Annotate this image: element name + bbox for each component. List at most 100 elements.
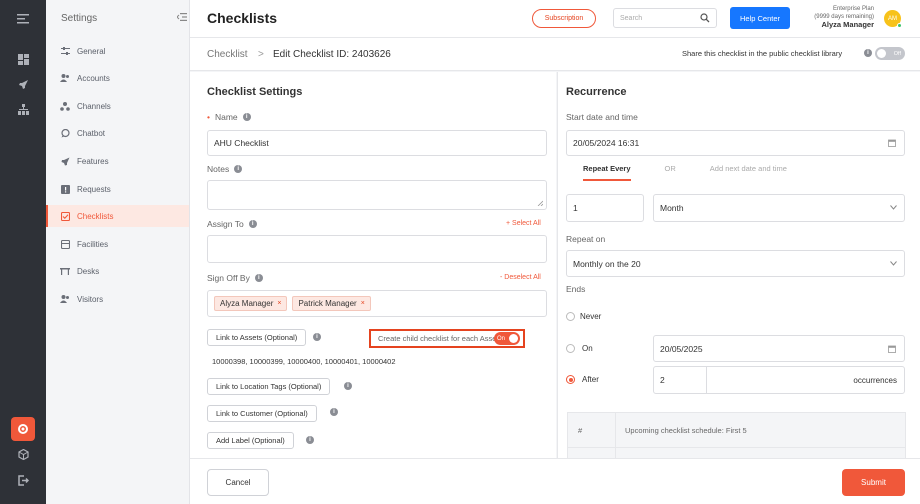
sign-off-label-text: Sign Off By — [207, 273, 250, 283]
rocket-icon[interactable] — [14, 75, 32, 93]
user-name[interactable]: Alyza Manager — [814, 21, 874, 29]
sidebar-item-label: Desks — [77, 266, 100, 276]
search-icon[interactable] — [700, 13, 710, 23]
remove-tag-icon[interactable]: × — [277, 300, 281, 307]
sidebar-item-chatbot[interactable]: Chatbot — [46, 122, 189, 144]
info-icon[interactable]: i — [864, 49, 872, 57]
info-icon[interactable]: i — [242, 113, 251, 121]
subscription-button[interactable]: Subscription — [532, 9, 596, 28]
tab-or: OR — [664, 164, 676, 173]
sidebar-item-channels[interactable]: Channels — [46, 95, 189, 117]
sidebar-item-general[interactable]: General — [46, 40, 189, 62]
create-child-toggle[interactable]: On — [494, 332, 520, 345]
select-all-link[interactable]: + Select All — [506, 220, 541, 227]
interval-input[interactable]: 1 — [566, 194, 644, 222]
cancel-button[interactable]: Cancel — [207, 469, 269, 496]
submit-button[interactable]: Submit — [842, 469, 905, 496]
sidebar-item-features[interactable]: Features — [46, 150, 189, 172]
occurrences-input[interactable]: 2 occurrences — [653, 366, 905, 394]
search-input[interactable]: Search — [613, 8, 717, 28]
org-chart-icon[interactable] — [14, 100, 32, 118]
ends-after-radio[interactable] — [566, 375, 575, 384]
cube-icon[interactable] — [14, 445, 32, 463]
tab-add-next-date[interactable]: Add next date and time — [710, 164, 787, 181]
share-public-label: Share this checklist in the public check… — [682, 49, 843, 58]
ends-never-radio[interactable] — [566, 312, 575, 321]
start-date-label: Start date and time — [566, 112, 638, 122]
name-input[interactable]: AHU Checklist — [207, 130, 547, 156]
sidebar-item-facilities[interactable]: Facilities — [46, 233, 189, 255]
name-label: • Name i — [207, 112, 251, 122]
link-to-customer-button[interactable]: Link to Customer (Optional) — [207, 405, 317, 422]
sidebar-item-label: Facilities — [77, 239, 109, 249]
tag-label: Patrick Manager — [298, 299, 357, 308]
sidebar-item-label: Requests — [77, 184, 111, 194]
notes-textarea[interactable] — [207, 180, 547, 210]
top-header: Checklists Subscription Search Help Cent… — [190, 0, 920, 38]
sidebar-item-requests[interactable]: Requests — [46, 178, 189, 200]
tab-repeat-every[interactable]: Repeat Every — [583, 164, 631, 181]
info-icon[interactable]: i — [234, 165, 243, 173]
notes-label-text: Notes — [207, 164, 230, 174]
info-icon[interactable]: i — [330, 408, 338, 416]
sign-off-tag: Alyza Manager × — [214, 296, 288, 311]
desk-icon — [60, 266, 70, 276]
sign-off-input[interactable]: Alyza Manager × Patrick Manager × — [207, 290, 547, 317]
dashboard-icon[interactable] — [14, 50, 32, 68]
help-center-button[interactable]: Help Center — [730, 7, 790, 29]
divider — [706, 367, 707, 393]
repeat-on-select[interactable]: Monthly on the 20 — [566, 250, 905, 277]
recurrence-panel: Recurrence Start date and time 20/05/202… — [557, 72, 920, 458]
recurrence-tabs: Repeat Every OR Add next date and time — [583, 164, 821, 181]
sign-off-tag: Patrick Manager × — [292, 296, 371, 311]
create-child-label: Create child checklist for each Asset — [378, 334, 499, 343]
end-date-input[interactable]: 20/05/2025 — [653, 335, 905, 362]
start-date-input[interactable]: 20/05/2024 16:31 — [566, 130, 905, 156]
interval-value: 1 — [573, 203, 578, 213]
chevron-down-icon — [890, 260, 897, 266]
link-to-location-tags-button[interactable]: Link to Location Tags (Optional) — [207, 378, 331, 395]
toggle-state: Off — [893, 50, 901, 57]
sidebar-item-accounts[interactable]: Accounts — [46, 67, 189, 89]
unit-select[interactable]: Month — [653, 194, 905, 222]
section-title: Checklist Settings — [207, 86, 303, 98]
assign-to-input[interactable] — [207, 235, 547, 263]
calendar-icon[interactable] — [888, 139, 896, 147]
divider — [615, 413, 616, 458]
avatar[interactable]: AM — [884, 10, 902, 28]
breadcrumb-separator: > — [258, 49, 264, 60]
required-marker: • — [207, 112, 210, 122]
info-icon[interactable]: i — [254, 274, 263, 282]
repeat-on-label: Repeat on — [566, 234, 606, 244]
sidebar-item-checklists[interactable]: Checklists — [46, 205, 189, 227]
toggle-state: On — [497, 335, 506, 342]
sidebar-item-label: Visitors — [77, 294, 104, 304]
sidebar-title: Settings — [61, 13, 98, 24]
link-to-assets-button[interactable]: Link to Assets (Optional) — [207, 329, 307, 346]
add-label-button[interactable]: Add Label (Optional) — [207, 432, 294, 449]
sidebar-item-label: Chatbot — [77, 128, 106, 138]
calendar-icon[interactable] — [888, 345, 896, 353]
info-icon[interactable]: i — [313, 333, 321, 341]
visitors-icon — [60, 294, 70, 304]
search-placeholder: Search — [620, 14, 643, 22]
sidebar-item-visitors[interactable]: Visitors — [46, 288, 189, 310]
rocket-icon — [60, 156, 70, 166]
info-icon[interactable]: i — [344, 382, 352, 390]
form-footer: Cancel Submit — [190, 458, 920, 504]
avatar-initials: AM — [888, 15, 897, 22]
sidebar-item-desks[interactable]: Desks — [46, 260, 189, 282]
share-public-toggle[interactable]: Off — [875, 47, 905, 60]
collapse-sidebar-icon[interactable] — [177, 13, 187, 21]
resize-handle-icon[interactable] — [537, 200, 543, 206]
info-icon[interactable]: i — [248, 220, 257, 228]
remove-tag-icon[interactable]: × — [361, 300, 365, 307]
ends-on-radio[interactable] — [566, 344, 575, 353]
info-icon[interactable]: i — [306, 436, 314, 444]
menu-icon[interactable] — [14, 10, 32, 28]
settings-gear-icon[interactable] — [11, 417, 35, 441]
deselect-all-link[interactable]: - Deselect All — [500, 274, 541, 281]
breadcrumb-parent[interactable]: Checklist — [207, 49, 248, 60]
channels-icon — [60, 101, 70, 111]
logout-icon[interactable] — [14, 471, 32, 489]
